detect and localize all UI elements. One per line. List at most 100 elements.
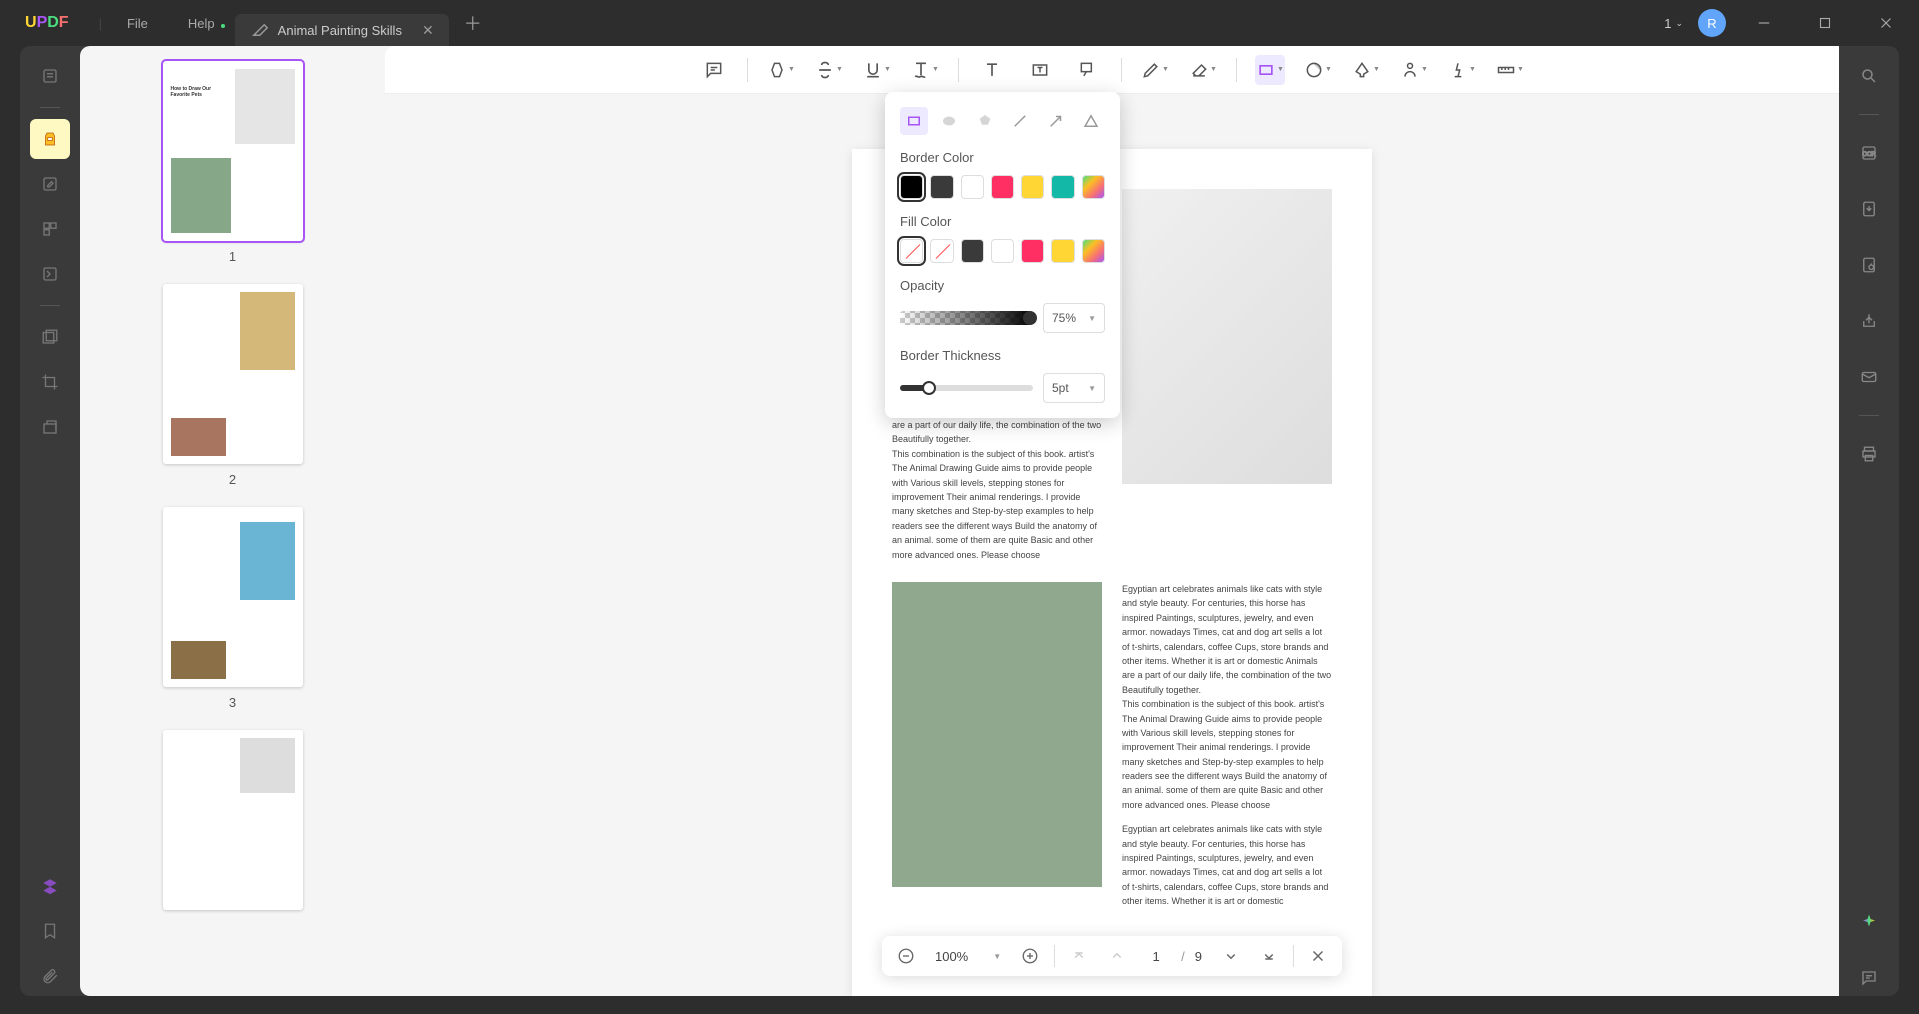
reader-mode-button[interactable] [30,56,70,96]
underline-button[interactable]: ▼ [862,55,892,85]
zoom-out-button[interactable] [892,942,920,970]
text-button[interactable] [977,55,1007,85]
fill-color-white[interactable] [991,239,1014,263]
fill-color-none[interactable] [900,239,923,263]
signature-button[interactable]: ▼ [1399,55,1429,85]
shape-triangle[interactable] [1078,107,1106,135]
border-color-black[interactable] [900,175,923,199]
border-color-teal[interactable] [1051,175,1074,199]
bottom-navigation-bar: 100%▼ / 9 [882,936,1342,976]
separator: | [99,16,102,31]
thumbnail-page-2[interactable] [163,284,303,464]
menu-help[interactable]: Help [168,16,235,31]
comments-button[interactable] [1851,960,1887,996]
fill-color-pink[interactable] [1021,239,1044,263]
sticker-button[interactable]: ▼ [1303,55,1333,85]
rectangle-button[interactable]: ▼ [1255,55,1285,85]
tab-close-button[interactable]: ✕ [422,22,434,39]
minimize-button[interactable] [1741,0,1787,46]
callout-button[interactable] [1073,55,1103,85]
comment-mode-button[interactable] [30,119,70,159]
opacity-slider[interactable] [900,311,1033,325]
shape-properties-popup: Border Color Fill Color Opacity 75%▼ Bor… [885,92,1120,418]
thumbnail-page-4[interactable] [163,730,303,910]
border-color-label: Border Color [900,150,1105,165]
thumbnail-number: 3 [229,695,236,710]
doc-para: Egyptian art celebrates animals like cat… [1122,582,1332,697]
tab-title: Animal Painting Skills [278,23,402,38]
fill-color-none2[interactable] [930,239,953,263]
zoom-in-button[interactable] [1016,942,1044,970]
border-color-white[interactable] [961,175,984,199]
border-color-custom[interactable] [1082,175,1105,199]
note-button[interactable] [699,55,729,85]
close-button[interactable] [1863,0,1909,46]
eraser-button[interactable]: ▼ [1188,55,1218,85]
protect-button[interactable] [1851,247,1887,283]
maximize-button[interactable] [1802,0,1848,46]
shape-arrow[interactable] [1042,107,1070,135]
thickness-label: Border Thickness [900,348,1105,363]
edit-mode-button[interactable] [30,164,70,204]
tools-mode-button[interactable] [30,254,70,294]
sign-button[interactable]: ▼ [1447,55,1477,85]
thickness-slider[interactable] [900,381,1033,395]
border-color-pink[interactable] [991,175,1014,199]
close-bar-button[interactable] [1304,942,1332,970]
last-page-button[interactable] [1255,942,1283,970]
fill-color-label: Fill Color [900,214,1105,229]
measure-button[interactable]: ▼ [1495,55,1525,85]
fill-color-custom[interactable] [1082,239,1105,263]
doc-para: This combination is the subject of this … [1122,697,1332,812]
crop-button[interactable] [30,362,70,402]
shape-rectangle[interactable] [900,107,928,135]
eraser-icon [250,21,268,39]
dog-photo-image [892,582,1102,887]
highlight-button[interactable]: ▼ [766,55,796,85]
first-page-button[interactable] [1065,942,1093,970]
squiggly-button[interactable]: ▼ [910,55,940,85]
ai-button[interactable] [1851,904,1887,940]
share-button[interactable] [1851,303,1887,339]
bookmark-button[interactable] [30,911,70,951]
layers-button[interactable] [30,866,70,906]
annotation-toolbar: ▼ ▼ ▼ ▼ ▼ ▼ ▼ ▼ ▼ ▼ ▼ ▼ [385,46,1839,94]
window-count[interactable]: 1 ⌄ [1664,16,1683,31]
attachment-button[interactable] [30,956,70,996]
flatten-button[interactable] [30,407,70,447]
organize-mode-button[interactable] [30,209,70,249]
pencil-button[interactable]: ▼ [1140,55,1170,85]
thumbnail-number: 2 [229,472,236,487]
redact-button[interactable] [30,317,70,357]
page-number-input[interactable] [1141,949,1171,964]
thumbnail-page-3[interactable] [163,507,303,687]
export-button[interactable] [1851,191,1887,227]
border-color-yellow[interactable] [1021,175,1044,199]
document-tab[interactable]: Animal Painting Skills ✕ [235,14,449,46]
svg-text:OCR: OCR [1862,152,1876,158]
next-page-button[interactable] [1217,942,1245,970]
opacity-value-select[interactable]: 75%▼ [1043,303,1105,333]
zoom-select[interactable]: 100%▼ [930,949,1006,964]
thickness-value-select[interactable]: 5pt▼ [1043,373,1105,403]
page-total: 9 [1195,949,1207,964]
user-avatar[interactable]: R [1698,9,1726,37]
prev-page-button[interactable] [1103,942,1131,970]
border-color-darkgray[interactable] [930,175,953,199]
menu-file[interactable]: File [107,16,168,31]
shape-line[interactable] [1007,107,1035,135]
textbox-button[interactable] [1025,55,1055,85]
search-button[interactable] [1851,58,1887,94]
right-sidebar: OCR [1839,46,1899,996]
shape-polygon[interactable] [971,107,999,135]
tab-add-button[interactable]: ＋ [464,10,482,36]
ocr-button[interactable]: OCR [1851,135,1887,171]
fill-color-yellow[interactable] [1051,239,1074,263]
fill-color-darkgray[interactable] [961,239,984,263]
email-button[interactable] [1851,359,1887,395]
strikethrough-button[interactable]: ▼ [814,55,844,85]
print-button[interactable] [1851,436,1887,472]
stamp-button[interactable]: ▼ [1351,55,1381,85]
thumbnail-page-1[interactable]: How to Draw Our Favorite Pets [163,61,303,241]
shape-oval[interactable] [936,107,964,135]
